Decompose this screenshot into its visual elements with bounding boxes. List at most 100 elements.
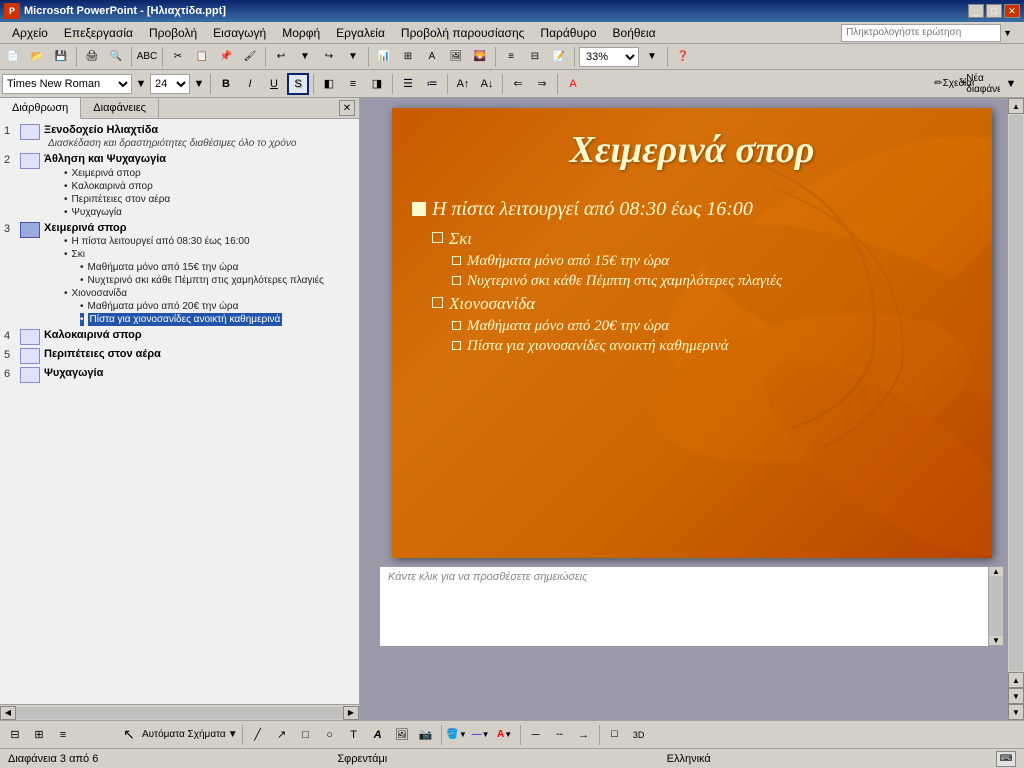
- format-painter-button[interactable]: 🖌: [239, 46, 261, 68]
- menu-tools[interactable]: Εργαλεία: [328, 24, 393, 42]
- shadow-button[interactable]: S: [287, 73, 309, 95]
- decrease-indent-button[interactable]: ⇐: [507, 73, 529, 95]
- menu-format[interactable]: Μορφή: [274, 24, 328, 42]
- wordart-tool[interactable]: A: [367, 724, 389, 746]
- number-list-button[interactable]: ≔: [421, 73, 443, 95]
- open-button[interactable]: 📂: [26, 46, 48, 68]
- print-button[interactable]: 🖨: [81, 46, 103, 68]
- panel-close-button[interactable]: ✕: [339, 100, 355, 116]
- line-arrow[interactable]: ▼: [482, 730, 490, 739]
- cursor-tool[interactable]: ↖: [118, 724, 140, 746]
- increase-font-button[interactable]: A↑: [452, 73, 474, 95]
- cut-button[interactable]: ✂: [167, 46, 189, 68]
- scroll-up-button[interactable]: ▲: [1008, 98, 1024, 114]
- arrow-style-button[interactable]: →: [573, 724, 595, 746]
- increase-indent-button[interactable]: ⇒: [531, 73, 553, 95]
- scroll-right-button[interactable]: ▶: [343, 706, 359, 720]
- clipart-tool[interactable]: 🖼: [391, 724, 413, 746]
- align-right-button[interactable]: ◨: [366, 73, 388, 95]
- menu-view[interactable]: Προβολή: [141, 24, 205, 42]
- undo-arrow[interactable]: ▼: [294, 46, 316, 68]
- menu-file[interactable]: Αρχείο: [4, 24, 56, 42]
- slide-view-normal[interactable]: ⊟: [4, 724, 26, 746]
- menu-insert[interactable]: Εισαγωγή: [205, 24, 274, 42]
- insert-wordart-button[interactable]: A: [421, 46, 443, 68]
- menu-edit[interactable]: Επεξεργασία: [56, 24, 141, 42]
- help-button[interactable]: ❓: [672, 46, 694, 68]
- 3d-style-button[interactable]: 3D: [628, 724, 650, 746]
- notes-scroll-up[interactable]: ▲: [989, 567, 1003, 576]
- notes-panel[interactable]: Κάντε κλικ για να προσθέσετε σημειώσεις: [380, 566, 988, 646]
- search-arrow[interactable]: ▼: [1003, 28, 1012, 38]
- slide-view-button[interactable]: ⊟: [524, 46, 546, 68]
- scroll-next-slide[interactable]: ▼: [1008, 688, 1024, 704]
- fill-color-button[interactable]: 🪣 ▼: [446, 724, 468, 746]
- copy-button[interactable]: 📋: [191, 46, 213, 68]
- picture-tool[interactable]: 📷: [415, 724, 437, 746]
- new-button[interactable]: 📄: [2, 46, 24, 68]
- decrease-font-button[interactable]: A↓: [476, 73, 498, 95]
- font-size-arrow[interactable]: ▼: [192, 73, 206, 95]
- font-name-arrow[interactable]: ▼: [134, 73, 148, 95]
- scroll-prev-slide[interactable]: ▲: [1008, 672, 1024, 688]
- rect-tool[interactable]: □: [295, 724, 317, 746]
- new-slide-button[interactable]: + Νέα διαφάνεια: [974, 73, 996, 95]
- minimize-button[interactable]: _: [968, 4, 984, 18]
- spell-button[interactable]: ABC: [136, 46, 158, 68]
- redo-button[interactable]: ↪: [318, 46, 340, 68]
- slide-view-sorter[interactable]: ⊞: [28, 724, 50, 746]
- align-left-button[interactable]: ◧: [318, 73, 340, 95]
- print-preview-button[interactable]: 🔍: [105, 46, 127, 68]
- fill-arrow[interactable]: ▼: [459, 730, 467, 739]
- redo-arrow[interactable]: ▼: [342, 46, 364, 68]
- insert-picture-button[interactable]: 🌄: [469, 46, 491, 68]
- list-item: Νυχτερινό σκι κάθε Πέμπτη στις χαμηλότερ…: [452, 273, 972, 290]
- menu-slideshow[interactable]: Προβολή παρουσίασης: [393, 24, 533, 42]
- font-color-button2[interactable]: A ▼: [494, 724, 516, 746]
- insert-clipart-button[interactable]: 🖼: [445, 46, 467, 68]
- notes-scroll-down[interactable]: ▼: [989, 636, 1003, 645]
- align-center-button[interactable]: ≡: [342, 73, 364, 95]
- notes-view-button[interactable]: 📝: [548, 46, 570, 68]
- line-color-button[interactable]: — ▼: [470, 724, 492, 746]
- line-tool[interactable]: ╱: [247, 724, 269, 746]
- font-color-arrow[interactable]: ▼: [504, 730, 512, 739]
- tab-outline[interactable]: Διάρθρωση: [0, 98, 81, 119]
- font-name-combo[interactable]: Times New Roman: [2, 74, 132, 94]
- zoom-arrow[interactable]: ▼: [641, 46, 663, 68]
- scroll-down-button[interactable]: ▼: [1008, 704, 1024, 720]
- close-button[interactable]: ✕: [1004, 4, 1020, 18]
- outline-view-button[interactable]: ≡: [500, 46, 522, 68]
- save-button[interactable]: 💾: [50, 46, 72, 68]
- insert-chart-button[interactable]: 📊: [373, 46, 395, 68]
- slide-canvas[interactable]: Χειμερινά σπορ Η πίστα λειτουργεί από 08…: [392, 108, 992, 558]
- scroll-left-button[interactable]: ◀: [0, 706, 16, 720]
- outline-item-4: 4 Καλοκαιρινά σπορ: [4, 328, 355, 345]
- insert-table-button[interactable]: ⊞: [397, 46, 419, 68]
- paste-button[interactable]: 📌: [215, 46, 237, 68]
- bullet-list-button[interactable]: ☰: [397, 73, 419, 95]
- zoom-combo[interactable]: 33% 50% 75% 100%: [579, 47, 639, 67]
- arrow-tool[interactable]: ↗: [271, 724, 293, 746]
- bold-button[interactable]: B: [215, 73, 237, 95]
- tab-slides[interactable]: Διαφάνειες: [81, 98, 159, 118]
- font-color-button[interactable]: A: [562, 73, 584, 95]
- line-style-button[interactable]: ─: [525, 724, 547, 746]
- search-input[interactable]: [841, 24, 1001, 42]
- maximize-button[interactable]: □: [986, 4, 1002, 18]
- menu-window[interactable]: Παράθυρο: [532, 24, 604, 42]
- shadow-style-button[interactable]: ☐: [604, 724, 626, 746]
- new-slide-arrow[interactable]: ▼: [1000, 73, 1022, 95]
- undo-button[interactable]: ↩: [270, 46, 292, 68]
- ellipse-tool[interactable]: ○: [319, 724, 341, 746]
- underline-button[interactable]: U: [263, 73, 285, 95]
- textbox-tool[interactable]: T: [343, 724, 365, 746]
- autoshapes-dropdown[interactable]: Αυτόματα Σχήματα ▼: [142, 729, 238, 740]
- font-size-combo[interactable]: 24: [150, 74, 190, 94]
- item-6-text: Ψυχαγωγία: [44, 366, 355, 380]
- sub-bullet-sq: [452, 256, 461, 265]
- dash-style-button[interactable]: ╌: [549, 724, 571, 746]
- menu-help[interactable]: Βοήθεια: [605, 24, 664, 42]
- italic-button[interactable]: I: [239, 73, 261, 95]
- slide-view-outline[interactable]: ≡: [52, 724, 74, 746]
